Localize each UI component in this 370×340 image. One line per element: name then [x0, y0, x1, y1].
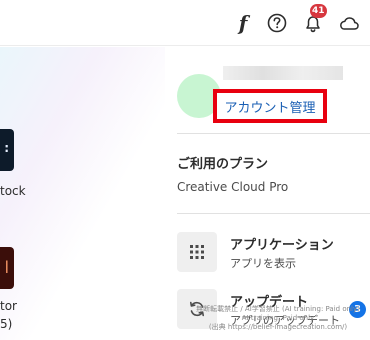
- account-menu-panel: アカウント管理 ご利用のプラン Creative Cloud Pro アプリケー…: [165, 47, 370, 340]
- divider: [177, 133, 370, 134]
- top-header: f 41: [0, 0, 370, 46]
- app-label-line1: tor: [0, 299, 17, 313]
- watermark-line: (出典 https://belief-imagecreation.com/): [208, 323, 348, 331]
- cloud-icon[interactable]: [334, 8, 364, 38]
- notifications-icon[interactable]: 41: [298, 4, 328, 38]
- fonts-icon[interactable]: f: [228, 8, 258, 38]
- manage-account-link[interactable]: アカウント管理: [224, 97, 315, 116]
- divider: [177, 213, 370, 214]
- watermark: 無断転載禁止 / AI学習禁止 (AI training: Paid only)…: [186, 305, 370, 332]
- help-icon[interactable]: [262, 8, 292, 38]
- menu-item-subtitle: アプリを表示: [230, 257, 296, 270]
- app-label-line2: 5): [0, 317, 13, 331]
- app-list-area: : tock | tor 5): [0, 47, 165, 340]
- grid-icon: [177, 232, 217, 272]
- notification-count-badge: 41: [310, 4, 327, 18]
- menu-item-applications[interactable]: アプリケーション アプリを表示: [177, 232, 370, 276]
- account-link-highlight: アカウント管理: [213, 89, 327, 123]
- blurred-user-name: [223, 66, 343, 80]
- plan-section-title: ご利用のプラン: [177, 157, 269, 172]
- watermark-line: AI training: Paid only: [241, 314, 315, 322]
- stock-app-icon[interactable]: :: [0, 129, 14, 171]
- menu-item-title: アプリケーション: [230, 238, 334, 253]
- app-icon[interactable]: |: [0, 247, 14, 289]
- plan-name: Creative Cloud Pro: [177, 180, 289, 194]
- app-label-stock: tock: [0, 184, 26, 198]
- watermark-line: 無断転載禁止 / AI学習禁止 (AI training: Paid only): [196, 305, 360, 313]
